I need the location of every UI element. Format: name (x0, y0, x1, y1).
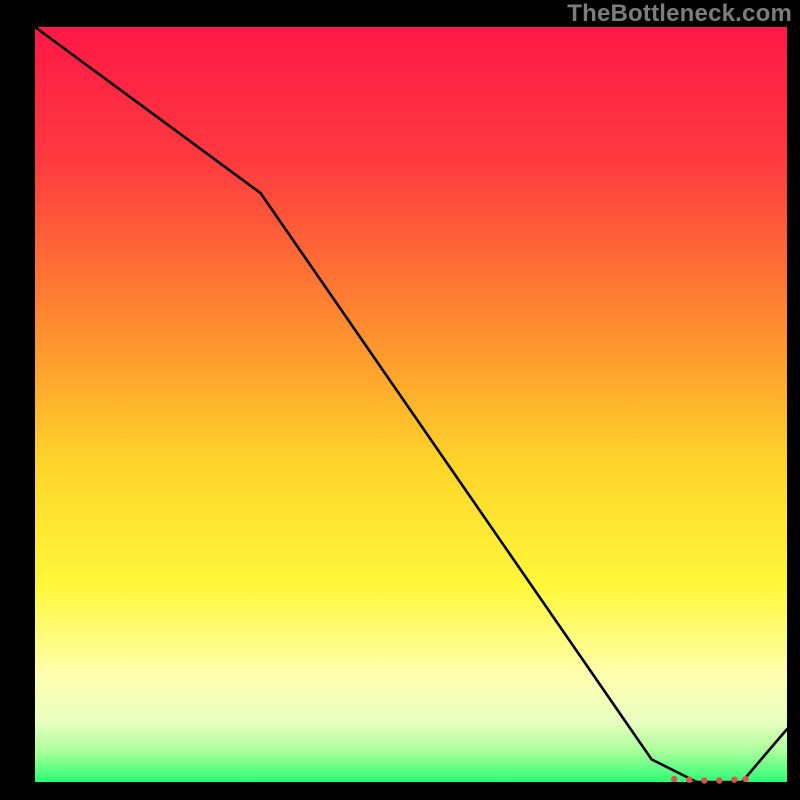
chart-marker-dot (731, 777, 737, 783)
bottleneck-chart (0, 0, 800, 800)
chart-marker-dot (671, 776, 677, 782)
chart-marker-dot (716, 777, 722, 783)
chart-plot-area (35, 27, 787, 782)
watermark-text: TheBottleneck.com (567, 0, 792, 28)
chart-marker-dot (686, 777, 692, 783)
chart-container: TheBottleneck.com (0, 0, 800, 800)
chart-marker-dot (701, 777, 707, 783)
chart-marker-dot (742, 776, 748, 782)
